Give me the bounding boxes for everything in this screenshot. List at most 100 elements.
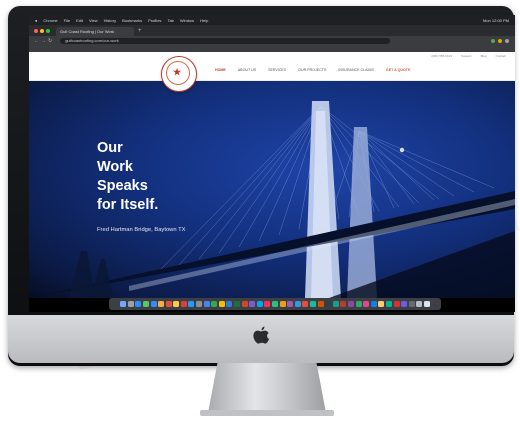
- app-icon[interactable]: [401, 301, 408, 307]
- app-icon[interactable]: [294, 301, 301, 307]
- distant-tower-right: [91, 259, 113, 298]
- nav-item-home[interactable]: HOME: [215, 68, 226, 72]
- app-icon[interactable]: [302, 301, 309, 307]
- extension-icon[interactable]: [498, 39, 502, 43]
- distant-tower-left: [69, 251, 95, 298]
- app-icon[interactable]: [393, 301, 400, 307]
- sheets-icon[interactable]: [211, 301, 218, 307]
- main-navigation: HOME ABOUT US SERVICES OUR PROJECTS INSU…: [215, 60, 422, 80]
- app-icon[interactable]: [309, 301, 316, 307]
- menubar-item-edit[interactable]: Edit: [76, 18, 83, 23]
- browser-chrome: Gulf Coast Roofing | Our Work + ←→↻ gulf…: [29, 25, 515, 52]
- word-icon[interactable]: [226, 301, 233, 307]
- app-icon[interactable]: [363, 301, 370, 307]
- app-store-icon[interactable]: [188, 301, 195, 307]
- app-icon[interactable]: [287, 301, 294, 307]
- menubar-item-view[interactable]: View: [89, 18, 98, 23]
- menubar-item-tab[interactable]: Tab: [167, 18, 173, 23]
- menubar-item-file[interactable]: File: [64, 18, 70, 23]
- app-icon[interactable]: [355, 301, 362, 307]
- powerpoint-icon[interactable]: [241, 301, 248, 307]
- safari-icon[interactable]: [135, 301, 142, 307]
- hero-headline-line: for Itself.: [97, 197, 159, 213]
- apple-logo-icon: [253, 326, 269, 344]
- browser-tab[interactable]: Gulf Coast Roofing | Our Work: [56, 27, 134, 36]
- downloads-icon[interactable]: [416, 301, 423, 307]
- close-window-icon[interactable]: [34, 29, 38, 33]
- photos-icon[interactable]: [158, 301, 165, 307]
- app-icon[interactable]: [332, 301, 339, 307]
- app-icon[interactable]: [347, 301, 354, 307]
- nav-item-insurance[interactable]: INSURANCE CLAIMS: [338, 68, 374, 72]
- company-logo[interactable]: ★: [161, 56, 197, 92]
- bridge-tower-rear: [347, 127, 377, 298]
- calendar-icon[interactable]: [165, 301, 172, 307]
- nav-item-services[interactable]: SERVICES: [268, 68, 286, 72]
- chrome-icon[interactable]: [203, 301, 210, 307]
- hero-headline: Our Work Speaks for Itself.: [97, 139, 158, 215]
- trash-icon[interactable]: [423, 301, 430, 307]
- monitor-screen: ● Chrome File Edit View History Bookmark…: [29, 15, 515, 312]
- address-bar[interactable]: gulfcoastroofing.com/our-work: [60, 38, 391, 44]
- window-controls: [34, 29, 50, 33]
- nav-cta-quote[interactable]: GET A QUOTE: [386, 68, 411, 72]
- tab-strip: Gulf Coast Roofing | Our Work +: [29, 25, 515, 36]
- app-icon[interactable]: [370, 301, 377, 307]
- excel-icon[interactable]: [234, 301, 241, 307]
- macos-dock: [109, 298, 441, 310]
- hero-headline-line: Our: [97, 140, 123, 156]
- app-icon[interactable]: [279, 301, 286, 307]
- extension-icon[interactable]: [491, 39, 495, 43]
- app-icon[interactable]: [325, 301, 332, 307]
- music-icon[interactable]: [180, 301, 187, 307]
- slides-icon[interactable]: [218, 301, 225, 307]
- app-icon[interactable]: [317, 301, 324, 307]
- site-header: ★ HOME ABOUT US SERVICES OUR PROJECTS IN…: [29, 56, 515, 92]
- app-icon[interactable]: [378, 301, 385, 307]
- hero-headline-line: Work: [97, 159, 133, 175]
- launchpad-icon[interactable]: [127, 301, 134, 307]
- profile-avatar-icon[interactable]: [505, 39, 509, 43]
- menubar-item-help[interactable]: Help: [200, 18, 208, 23]
- topbar-phone[interactable]: (281) 555-0123: [431, 54, 452, 58]
- nav-arrows-icon[interactable]: ←→↻: [34, 38, 54, 44]
- app-icon[interactable]: [340, 301, 347, 307]
- menubar-item-profiles[interactable]: Profiles: [148, 18, 161, 23]
- teams-icon[interactable]: [249, 301, 256, 307]
- app-icon[interactable]: [408, 301, 415, 307]
- topbar-link-careers[interactable]: Careers: [461, 54, 472, 58]
- browser-toolbar: ←→↻ gulfcoastroofing.com/our-work: [29, 36, 515, 46]
- monitor-stand: [208, 363, 326, 413]
- maximize-window-icon[interactable]: [46, 29, 50, 33]
- menubar-item-bookmarks[interactable]: Bookmarks: [122, 18, 142, 23]
- menubar-clock: Mon 12:00 PM: [482, 17, 509, 23]
- nav-item-projects[interactable]: OUR PROJECTS: [298, 68, 326, 72]
- topbar-link-blog[interactable]: Blog: [481, 54, 487, 58]
- menubar-item-history[interactable]: History: [104, 18, 116, 23]
- app-icon[interactable]: [385, 301, 392, 307]
- new-tab-icon[interactable]: +: [138, 27, 142, 36]
- site-topbar: (281) 555-0123 Careers Blog Contact: [29, 52, 515, 60]
- hero-caption: Fred Hartman Bridge, Baytown TX: [97, 227, 186, 233]
- website-viewport: (281) 555-0123 Careers Blog Contact ★ HO…: [29, 52, 515, 298]
- extension-icons: [491, 39, 509, 43]
- menubar-item-window[interactable]: Window: [180, 18, 194, 23]
- nav-item-about[interactable]: ABOUT US: [238, 68, 256, 72]
- app-icon[interactable]: [272, 301, 278, 307]
- menubar-apple-icon[interactable]: ●: [35, 18, 37, 23]
- menubar-item-app[interactable]: Chrome: [43, 18, 57, 23]
- messages-icon[interactable]: [142, 301, 149, 307]
- macos-menubar: ● Chrome File Edit View History Bookmark…: [29, 15, 515, 25]
- mail-icon[interactable]: [150, 301, 157, 307]
- topbar-link-contact[interactable]: Contact: [496, 54, 506, 58]
- monitor-stand-foot: [200, 410, 334, 416]
- hero-banner: Our Work Speaks for Itself. Fred Hartman…: [29, 81, 515, 298]
- app-icon[interactable]: [264, 301, 271, 307]
- notes-icon[interactable]: [173, 301, 180, 307]
- zoom-icon[interactable]: [256, 301, 263, 307]
- texas-star-icon: ★: [173, 67, 182, 77]
- minimize-window-icon[interactable]: [40, 29, 44, 33]
- finder-icon[interactable]: [120, 301, 127, 307]
- settings-icon[interactable]: [196, 301, 203, 307]
- hero-headline-line: Speaks: [97, 178, 148, 194]
